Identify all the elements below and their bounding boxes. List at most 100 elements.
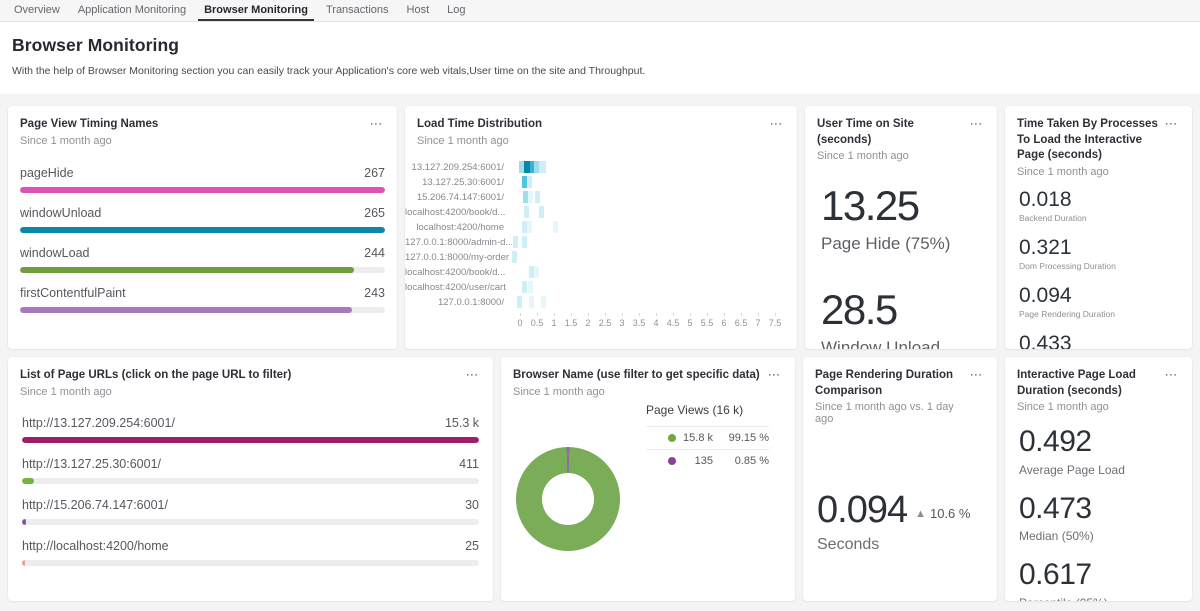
panel-menu-icon[interactable]: ⋯ [968,117,986,131]
bar-row-header: http://15.206.74.147:6001/30 [22,498,479,512]
axis-tick-label: 5.5 [701,318,714,328]
panel-timerange: Since 1 month ago [1017,166,1163,178]
axis-tick-mark [571,313,572,316]
bar-row-header: firstContentfulPaint243 [20,286,385,300]
legend-percent: 99.15 % [713,432,769,444]
heatmap-row-label: 15.206.74.147:6001/ [405,192,512,203]
nav-tab-transactions[interactable]: Transactions [320,0,395,21]
bar-value: 267 [364,166,385,180]
bar-track [20,187,385,193]
stat: 0.492Average Page Load [1019,425,1178,477]
stat: 13.25Page Hide (75%) [821,184,981,254]
nav-tab-overview[interactable]: Overview [8,0,66,21]
bar-value: 30 [465,498,479,512]
axis-tick-mark [724,313,725,316]
bar-fill [22,478,34,484]
bar-label[interactable]: http://13.127.209.254:6001/ [22,416,175,430]
heatmap-row: localhost:4200/user/cart [405,280,797,295]
billboard-stats: 0.492Average Page Load0.473Median (50%)0… [1005,425,1192,601]
panel-menu-icon[interactable]: ⋯ [1163,368,1181,382]
fade-overlay [8,585,493,601]
legend-row[interactable]: 15.8 k99.15 % [646,426,769,449]
nav-tab-log[interactable]: Log [441,0,471,21]
bar-track [22,478,479,484]
stat-value: 13.25 [821,184,981,228]
panel-browser-name: Browser Name (use filter to get specific… [501,357,795,601]
legend-row[interactable]: 1350.85 % [646,449,769,472]
bar-row: http://15.206.74.147:6001/30 [22,498,479,525]
legend-title: Page Views (16 k) [646,397,769,426]
panel-title: List of Page URLs (click on the page URL… [20,368,291,384]
axis-tick-label: 4 [653,318,658,328]
bar-value: 265 [364,206,385,220]
comparison-delta: 10.6 % [930,506,970,521]
bar-row: windowLoad244 [20,246,385,273]
bar-row: pageHide 267 [20,166,385,193]
stat-value: 0.433 [1019,332,1178,349]
comparison-unit: Seconds [817,536,983,554]
panel-menu-icon[interactable]: ⋯ [766,368,784,382]
panel-menu-icon[interactable]: ⋯ [968,368,986,382]
bar-label[interactable]: http://13.127.25.30:6001/ [22,457,161,471]
bar-fill [22,560,25,566]
heatmap-row: localhost:4200/book/d... [405,265,797,280]
bar-label[interactable]: http://localhost:4200/home [22,539,169,553]
heatmap-row-cells [512,191,797,204]
stat: 0.433Total Duration [1019,332,1178,349]
bar-row-header: windowLoad244 [20,246,385,260]
heatmap-cell [535,191,540,203]
panel-menu-icon[interactable]: ⋯ [464,368,482,382]
heatmap-cell [528,281,533,293]
stat-label: Dom Processing Duration [1019,261,1178,271]
bar-label: pageHide [20,166,74,180]
bar-row: firstContentfulPaint243 [20,286,385,313]
bar-track [20,267,385,273]
donut-chart[interactable] [516,447,620,551]
axis-tick-mark [775,313,776,316]
stat: 0.321Dom Processing Duration [1019,236,1178,271]
bar-fill [20,307,352,313]
page-title: Browser Monitoring [12,35,1188,56]
axis-tick-mark [758,313,759,316]
stat-value: 0.094 [1019,284,1178,308]
stat: 0.018Backend Duration [1019,188,1178,223]
heatmap-cell [527,176,532,188]
axis-tick-label: 6 [721,318,726,328]
panel-menu-icon[interactable]: ⋯ [368,117,386,131]
axis-tick-mark [741,313,742,316]
heatmap-cell [524,206,529,218]
axis-tick-label: 5 [687,318,692,328]
axis-tick-label: 7.5 [769,318,782,328]
nav-tab-host[interactable]: Host [401,0,436,21]
donut-legend: Page Views (16 k) 15.8 k99.15 %1350.85 % [646,397,769,472]
bar-track [22,519,479,525]
heatmap-row-cells [512,206,797,219]
bar-row: http://13.127.25.30:6001/411 [22,457,479,484]
bar-row: http://localhost:4200/home25 [22,539,479,566]
heatmap-row-cells [512,161,797,174]
bar-row: http://13.127.209.254:6001/15.3 k [22,416,479,443]
axis-tick-label: 6.5 [735,318,748,328]
nav-tab-application-monitoring[interactable]: Application Monitoring [72,0,192,21]
panel-title: User Time on Site (seconds) [817,117,968,148]
billboard-stats: 0.018Backend Duration 0.321Dom Processing… [1005,188,1192,349]
nav-tab-browser-monitoring[interactable]: Browser Monitoring [198,0,314,21]
bar-label[interactable]: http://15.206.74.147:6001/ [22,498,168,512]
heatmap-x-axis: 00.511.522.533.544.555.566.577.5 [520,313,797,331]
heatmap-cell [553,221,558,233]
panel-menu-icon[interactable]: ⋯ [768,117,786,131]
stat-label: Median (50%) [1019,529,1178,543]
heatmap-row-label: 127.0.0.1:8000/ [405,297,512,308]
panel-timerange: Since 1 month ago vs. 1 day ago [815,401,968,425]
axis-tick-mark [690,313,691,316]
heatmap-row-cells [512,266,797,279]
heatmap-cell [528,191,533,203]
dashboard-row-1: Page View Timing Names Since 1 month ago… [0,106,1200,349]
trend-up-icon: ▲ [915,508,926,520]
page-subtitle: With the help of Browser Monitoring sect… [12,65,1188,77]
axis-tick-mark [656,313,657,316]
heatmap-row-label: 13.127.25.30:6001/ [405,177,512,188]
axis-tick-mark [554,313,555,316]
panel-menu-icon[interactable]: ⋯ [1163,117,1181,131]
comparison-value: 0.094 [817,491,907,531]
